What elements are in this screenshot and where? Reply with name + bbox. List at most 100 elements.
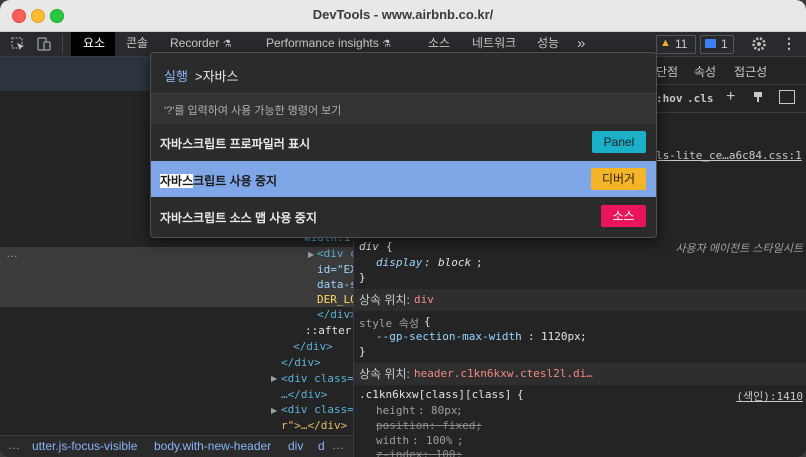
prop-value[interactable]: 1120px: [541, 330, 581, 343]
prop-name: position: [376, 419, 429, 432]
settings-gear-icon[interactable]: [750, 35, 768, 53]
rule-brace: }: [359, 345, 366, 358]
code-line[interactable]: </div>: [281, 356, 321, 369]
breadcrumb-more-right[interactable]: …: [332, 438, 344, 452]
more-options-icon[interactable]: ⋮: [782, 32, 796, 56]
device-toolbar-icon[interactable]: [35, 35, 53, 53]
prop-name[interactable]: --gp-section-max-width: [376, 330, 522, 343]
breadcrumb-item[interactable]: body.with-new-header: [154, 439, 271, 453]
command-item-selected[interactable]: 자바스크립트 사용 중지 디버거: [151, 161, 656, 197]
tab-properties[interactable]: 속성: [694, 61, 716, 85]
rule-selector[interactable]: div: [359, 240, 379, 253]
code-line[interactable]: …</div>: [281, 388, 327, 401]
rule-source: 사용자 에이전트 스타일시트: [675, 243, 803, 255]
command-item[interactable]: 자바스크립트 소스 맵 사용 중지 소스: [151, 198, 656, 234]
breadcrumb-item[interactable]: d: [318, 439, 325, 453]
rule-brace: {: [386, 240, 393, 253]
code-line[interactable]: ::after: [305, 324, 351, 337]
messages-count: 1: [721, 37, 728, 51]
flask-icon: ⚗: [382, 39, 392, 50]
tab-styles-partial[interactable]: 단점: [656, 61, 678, 85]
command-hint: '?'를 입력하여 사용 가능한 명령어 보기: [164, 105, 342, 117]
prop-name[interactable]: display: [376, 256, 422, 269]
tab-elements-label: 요소: [83, 36, 106, 50]
code-line[interactable]: <div class=: [281, 403, 354, 416]
breadcrumb-item[interactable]: div: [288, 439, 303, 453]
inherited-from-header: 상속 위치: div: [354, 289, 806, 311]
code-line[interactable]: id="EX: [317, 263, 357, 276]
prop-value[interactable]: block: [438, 256, 471, 269]
class-toggle-button[interactable]: .cls: [687, 92, 714, 105]
match-highlight: 자바스: [160, 174, 194, 188]
struck-declaration[interactable]: position: fixed;: [376, 419, 482, 433]
tab-performance-insights-label: Performance insights: [266, 36, 379, 50]
prop-name: z-index: [376, 448, 423, 457]
code-line[interactable]: <div c: [317, 247, 357, 260]
inherited-from-header: 상속 위치: header.c1kn6kxw.ctesl2l.di…: [354, 363, 806, 385]
rule-source-link[interactable]: (색인):1410: [736, 388, 803, 404]
breadcrumb-more-left[interactable]: …: [8, 438, 20, 452]
tab-elements[interactable]: 요소: [71, 32, 115, 56]
expand-triangle-icon[interactable]: ▶: [271, 374, 277, 383]
messages-counter[interactable]: 1: [700, 35, 734, 54]
command-item[interactable]: 자바스크립트 프로파일러 표시 Panel: [151, 124, 656, 160]
command-query[interactable]: >자바스: [195, 66, 238, 85]
new-rule-plus-icon[interactable]: +: [726, 88, 735, 106]
tab-accessibility[interactable]: 접근성: [734, 61, 767, 85]
warnings-count: 11: [675, 37, 688, 51]
message-icon: [705, 39, 716, 48]
code-line[interactable]: DER_LO: [317, 293, 357, 306]
prop-value[interactable]: 80px: [431, 404, 458, 417]
inherited-from-selector[interactable]: header.c1kn6kxw.ctesl2l.di…: [414, 363, 593, 385]
inspect-element-icon[interactable]: [9, 35, 27, 53]
breadcrumb-item[interactable]: utter.js-focus-visible: [32, 439, 137, 453]
expand-triangle-icon[interactable]: ▶: [271, 406, 277, 415]
command-item-badge: 소스: [601, 205, 646, 227]
command-item-badge: 디버거: [591, 168, 646, 190]
code-line[interactable]: data-s: [317, 278, 357, 291]
toggle-sidebar-icon[interactable]: [779, 90, 795, 104]
warnings-counter[interactable]: ▲ 11: [656, 35, 696, 54]
hover-state-button[interactable]: :hov: [656, 92, 683, 105]
warning-icon: ▲: [660, 37, 671, 49]
stylesheet-link[interactable]: ls-lite_ce…a6c84.css:1: [656, 149, 802, 162]
prop-value: fixed: [442, 419, 476, 432]
tab-console[interactable]: 콘솔: [126, 32, 148, 56]
rule-brace: {: [424, 315, 431, 328]
breadcrumb: … utter.js-focus-visible body.with-new-h…: [0, 435, 353, 457]
inherited-label: 상속 위치:: [359, 293, 410, 307]
command-prefix: 실행: [164, 69, 188, 84]
prop-value[interactable]: 100%: [426, 434, 453, 447]
devtools-window: DevTools - www.airbnb.co.kr/ 요소 콘솔 Recor…: [0, 0, 806, 457]
expand-triangle-icon[interactable]: ▶: [308, 250, 314, 259]
command-item-label: 자바스크립트 사용 중지: [160, 172, 277, 189]
title-bar: DevTools - www.airbnb.co.kr/: [0, 0, 806, 32]
window-title: DevTools - www.airbnb.co.kr/: [312, 7, 494, 22]
node-dots[interactable]: …: [6, 246, 18, 260]
tab-recorder-label: Recorder: [170, 36, 220, 50]
code-line[interactable]: </div>: [293, 340, 333, 353]
paint-brush-icon[interactable]: [752, 90, 764, 102]
command-menu: 실행 >자바스 '?'를 입력하여 사용 가능한 명령어 보기 자바스크립트 프…: [150, 52, 657, 238]
style-rule-div: div { 사용자 에이전트 스타일시트 display : block ; }: [359, 240, 803, 284]
rule-brace: {: [517, 388, 524, 401]
code-line[interactable]: </div>: [317, 308, 357, 321]
code-line[interactable]: r">…</div>: [281, 419, 347, 432]
inherited-from-selector[interactable]: div: [414, 289, 434, 311]
struck-declaration[interactable]: z-index: 100;: [376, 448, 486, 457]
toolbar-divider: [62, 35, 63, 53]
command-item-badge: Panel: [592, 131, 646, 153]
flask-icon: ⚗: [222, 39, 232, 50]
style-rule-header: .c1kn6kxw[class][class] { (색인):1410 heig…: [354, 385, 806, 457]
prop-name[interactable]: height: [376, 404, 416, 417]
inherited-label: 상속 위치:: [359, 367, 410, 381]
style-rule-inline: style 속성 { --gp-section-max-width : 1120…: [359, 315, 587, 358]
command-input-row[interactable]: 실행 >자바스: [151, 53, 656, 93]
rule-selector[interactable]: .c1kn6kxw[class][class]: [359, 388, 511, 401]
command-item-label: 자바스크립트 프로파일러 표시: [160, 137, 311, 151]
command-item-label-rest: 크립트 사용 중지: [193, 174, 278, 188]
prop-name[interactable]: width: [376, 434, 409, 447]
command-item-label: 자바스크립트 소스 맵 사용 중지: [160, 211, 317, 225]
code-line[interactable]: <div class=: [281, 372, 354, 385]
rule-brace: }: [359, 271, 366, 284]
